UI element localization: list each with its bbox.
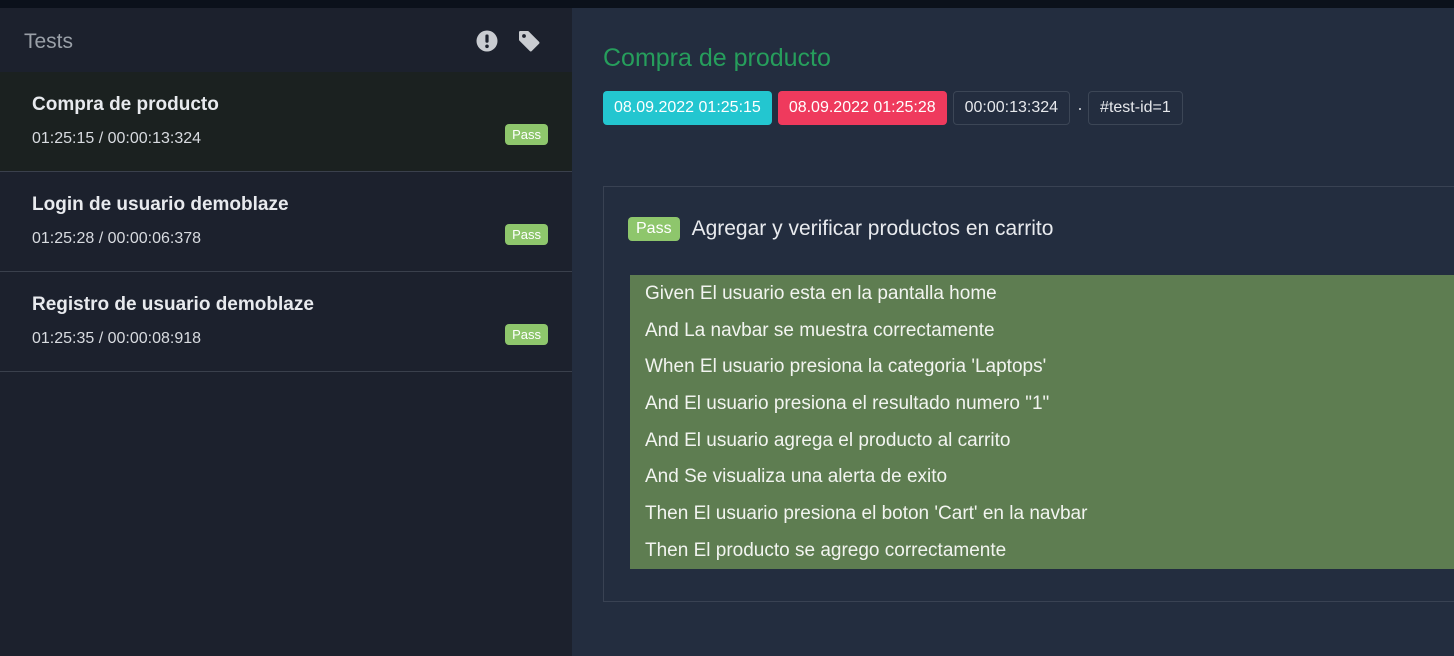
test-time: 01:25:28 / 00:00:06:378	[32, 230, 202, 247]
test-list-item[interactable]: Registro de usuario demoblaze 01:25:35 /…	[0, 272, 572, 372]
status-badge: Pass	[505, 224, 548, 245]
status-badge: Pass	[505, 324, 548, 345]
step-item: When El usuario presiona la categoria 'L…	[645, 356, 1047, 378]
test-time: 01:25:15 / 00:00:13:324	[32, 130, 202, 147]
test-meta-chips: 08.09.2022 01:25:15 08.09.2022 01:25:28 …	[603, 91, 1189, 125]
test-name: Compra de producto	[32, 94, 219, 115]
step-item: Given El usuario esta en la pantalla hom…	[645, 283, 997, 304]
detail-title: Compra de producto	[603, 44, 831, 72]
end-time-chip: 08.09.2022 01:25:28	[777, 91, 947, 125]
test-time: 01:25:35 / 00:00:08:918	[32, 330, 202, 347]
sidebar-title: Tests	[24, 30, 74, 53]
test-detail-panel: Compra de producto 08.09.2022 01:25:15 0…	[572, 8, 1454, 656]
tag-icon[interactable]	[517, 29, 541, 53]
scenario-header[interactable]: Pass Agregar y verificar productos en ca…	[628, 217, 1053, 241]
start-time-chip: 08.09.2022 01:25:15	[603, 91, 772, 125]
exclamation-circle-icon[interactable]	[475, 29, 499, 53]
test-list-sidebar: Tests Compra de producto 01:25:15 / 00:0…	[0, 8, 572, 656]
test-list-item[interactable]: Compra de producto 01:25:15 / 00:00:13:3…	[0, 72, 572, 172]
scenario-card: Pass Agregar y verificar productos en ca…	[603, 186, 1454, 602]
step-item: Then El producto se agrego correctamente	[645, 539, 1007, 561]
step-item: And El usuario agrega el producto al car…	[645, 429, 1011, 451]
step-item: And El usuario presiona el resultado num…	[645, 393, 1050, 415]
test-name: Registro de usuario demoblaze	[32, 294, 314, 315]
test-id-chip[interactable]: #test-id=1	[1088, 91, 1183, 125]
top-bar	[0, 0, 1454, 8]
test-list-item[interactable]: Login de usuario demoblaze 01:25:28 / 00…	[0, 172, 572, 272]
duration-chip: 00:00:13:324	[952, 91, 1071, 125]
step-item: And La navbar se muestra correctamente	[645, 319, 995, 341]
step-item: And Se visualiza una alerta de exito	[645, 466, 948, 488]
sidebar-header: Tests	[0, 8, 572, 72]
scenario-status-badge: Pass	[628, 217, 680, 241]
scenario-title: Agregar y verificar productos en carrito	[691, 217, 1054, 240]
separator-dot: ·	[1077, 98, 1084, 118]
test-name: Login de usuario demoblaze	[32, 194, 289, 215]
step-item: Then El usuario presiona el boton 'Cart'…	[645, 503, 1088, 525]
scenario-steps: Given El usuario esta en la pantalla hom…	[630, 275, 1454, 569]
status-badge: Pass	[505, 124, 548, 145]
